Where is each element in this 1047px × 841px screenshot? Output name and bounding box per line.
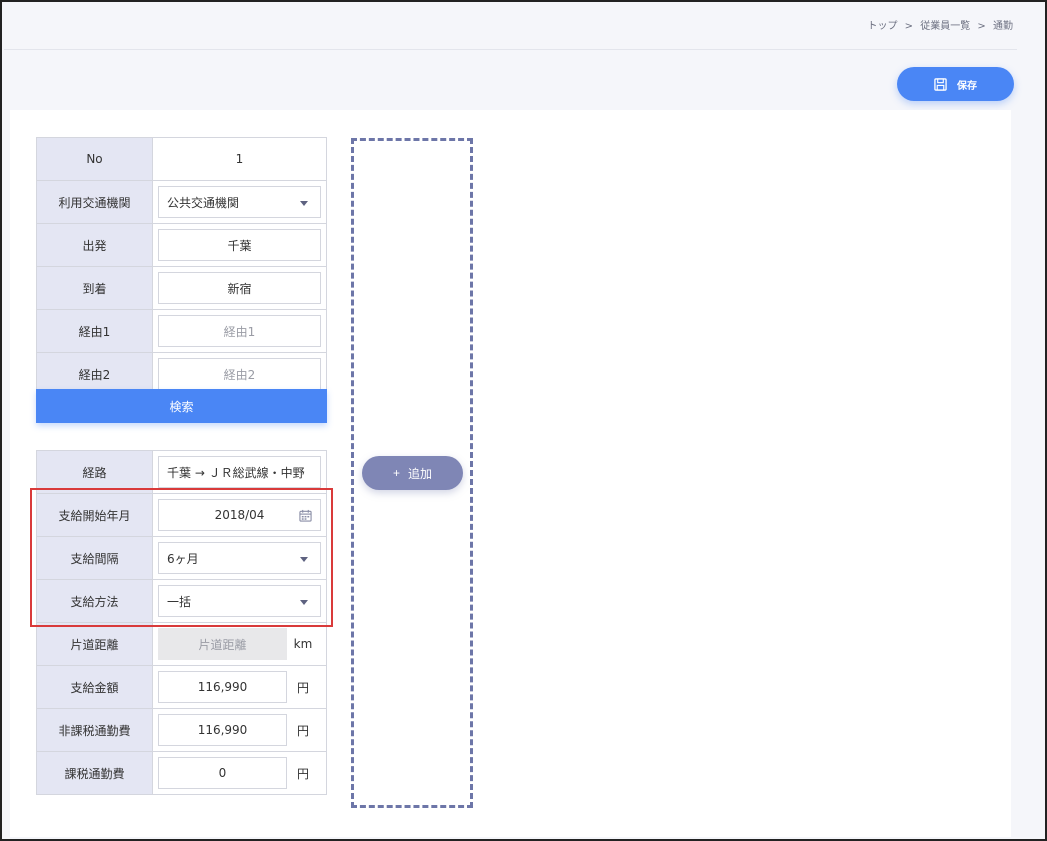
departure-input[interactable]: 千葉	[158, 229, 321, 261]
breadcrumb-item-top[interactable]: トップ	[867, 21, 897, 32]
chevron-down-icon	[300, 201, 308, 206]
start-month-value: 2018/04	[214, 508, 265, 522]
field-label-method: 支給方法	[36, 579, 153, 623]
method-select[interactable]: 一括	[158, 585, 321, 617]
via2-input[interactable]: 経由2	[158, 358, 321, 390]
taxable-input[interactable]: 0	[158, 757, 287, 789]
nontaxable-input[interactable]: 116,990	[158, 714, 287, 746]
taxable-unit: 円	[296, 766, 309, 781]
calendar-icon[interactable]	[299, 509, 312, 522]
search-button[interactable]: 検索	[36, 389, 327, 423]
amount-unit: 円	[296, 680, 309, 695]
breadcrumb-separator: >	[977, 21, 986, 32]
field-label-no: No	[36, 137, 153, 181]
field-label-amount: 支給金額	[36, 665, 153, 709]
transport-select-value: 公共交通機関	[167, 195, 240, 210]
route-form: No 1 利用交通機関 公共交通機関 出発 千葉 到着 新宿 経由1 経由1 経…	[36, 137, 327, 396]
field-label-departure: 出発	[36, 223, 153, 267]
breadcrumb-item-commute: 通勤	[993, 21, 1013, 32]
interval-select-value: 6ヶ月	[167, 551, 199, 566]
field-label-arrival: 到着	[36, 266, 153, 310]
distance-unit: km	[293, 637, 313, 651]
save-button[interactable]: 保存	[897, 67, 1014, 101]
save-icon	[934, 77, 947, 91]
interval-select[interactable]: 6ヶ月	[158, 542, 321, 574]
distance-input: 片道距離	[158, 628, 287, 660]
breadcrumb-separator: >	[904, 21, 914, 32]
route-input[interactable]: 千葉 → ＪＲ総武線・中野	[158, 456, 321, 488]
method-select-value: 一括	[167, 594, 192, 609]
save-button-label: 保存	[957, 80, 977, 92]
breadcrumb: トップ > 従業員一覧 > 通勤	[865, 17, 1015, 32]
field-label-distance: 片道距離	[36, 622, 153, 666]
field-label-via1: 経由1	[36, 309, 153, 353]
field-label-taxable: 課税通勤費	[36, 751, 153, 795]
transport-select[interactable]: 公共交通機関	[158, 186, 321, 218]
add-button-label: 追加	[408, 466, 433, 481]
arrival-input[interactable]: 新宿	[158, 272, 321, 304]
start-month-input[interactable]: 2018/04	[158, 499, 321, 531]
field-label-nontaxable: 非課税通勤費	[36, 708, 153, 752]
field-label-route: 経路	[36, 450, 153, 494]
field-label-transport: 利用交通機関	[36, 180, 153, 224]
field-label-start-month: 支給開始年月	[36, 493, 153, 537]
chevron-down-icon	[300, 600, 308, 605]
add-button[interactable]: + 追加	[362, 456, 463, 490]
payment-form: 経路 千葉 → ＪＲ総武線・中野 支給開始年月 2018/04 支給間隔 6ヶ月…	[36, 450, 327, 795]
field-label-interval: 支給間隔	[36, 536, 153, 580]
plus-icon: +	[392, 466, 400, 480]
no-value: 1	[152, 137, 327, 181]
nontaxable-unit: 円	[296, 723, 309, 738]
top-bar: トップ > 従業員一覧 > 通勤	[4, 4, 1017, 50]
breadcrumb-item-employee-list[interactable]: 従業員一覧	[920, 21, 970, 32]
via1-input[interactable]: 経由1	[158, 315, 321, 347]
chevron-down-icon	[300, 557, 308, 562]
amount-input[interactable]: 116,990	[158, 671, 287, 703]
